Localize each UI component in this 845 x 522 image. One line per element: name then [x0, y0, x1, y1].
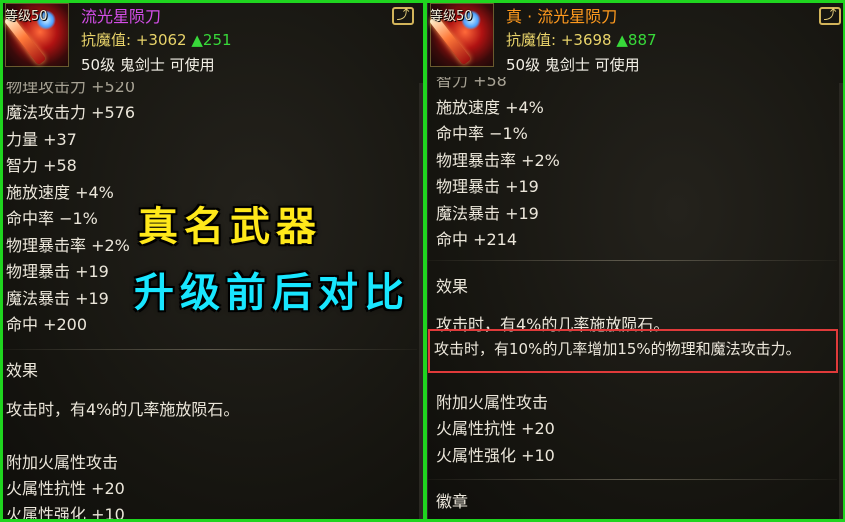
- stat-line: 魔法暴击 +19: [6, 289, 109, 308]
- extra-line: 火属性强化 +10: [436, 446, 555, 465]
- overlay-caption-line2: 升级前后对比: [134, 269, 410, 316]
- stat-line: 施放速度 +4%: [6, 183, 114, 202]
- item-header: 等级50 真 · 流光星陨刀 抗魔值: +3698 ▲887 50级 鬼剑士 可…: [428, 3, 843, 75]
- divider: [428, 479, 837, 480]
- compare-icon[interactable]: ⤴: [392, 7, 414, 25]
- item-name: 真 · 流光星陨刀: [506, 7, 618, 26]
- extra-line: 火属性强化 +10: [6, 505, 125, 519]
- stat-line: 物理攻击力 +520: [6, 77, 136, 96]
- stat-line: 命中率 −1%: [436, 124, 528, 143]
- stat-line: 魔法暴击 +19: [436, 204, 539, 223]
- scrollbar[interactable]: [419, 83, 423, 519]
- overlay-caption-line1: 真名武器: [138, 203, 322, 250]
- effect-line: 攻击时，有4%的几率施放陨石。: [6, 400, 240, 419]
- stat-line: 魔法攻击力 +576: [6, 103, 136, 122]
- stat-line: 命中 +214: [436, 230, 518, 249]
- scrollbar[interactable]: [839, 83, 843, 519]
- compare-icon[interactable]: ⤴: [819, 7, 841, 25]
- resist-value: 抗魔值: +3698 ▲887: [506, 31, 657, 49]
- resist-value: 抗魔值: +3062 ▲251: [81, 31, 232, 49]
- level-badge: 等级50: [430, 9, 473, 24]
- level-badge: 等级50: [5, 9, 48, 24]
- stat-line: 物理暴击 +19: [6, 262, 109, 281]
- divider: [3, 349, 417, 350]
- effect-title: 效果: [6, 361, 39, 380]
- resist-delta: ▲251: [191, 31, 232, 49]
- stat-line: 物理暴击率 +2%: [6, 236, 130, 255]
- extra-line: 附加火属性攻击: [6, 453, 119, 472]
- effect-title: 效果: [436, 277, 469, 296]
- extra-line: 火属性抗性 +20: [436, 419, 555, 438]
- tooltip-panel-after: 等级50 真 · 流光星陨刀 抗魔值: +3698 ▲887 50级 鬼剑士 可…: [427, 3, 843, 519]
- resist-delta: ▲887: [616, 31, 657, 49]
- divider: [428, 260, 837, 261]
- badge-title: 徽章: [436, 492, 469, 511]
- stat-line: 施放速度 +4%: [436, 98, 544, 117]
- stat-line: 力量 +37: [6, 130, 77, 149]
- usable-text: 50级 鬼剑士 可使用: [506, 56, 640, 74]
- stat-line: 物理暴击 +19: [436, 177, 539, 196]
- stat-line: 命中 +200: [6, 315, 88, 334]
- extra-line: 火属性抗性 +20: [6, 479, 125, 498]
- usable-text: 50级 鬼剑士 可使用: [81, 56, 215, 74]
- item-name: 流光星陨刀: [81, 7, 162, 26]
- extra-line: 附加火属性攻击: [436, 393, 549, 412]
- stat-line: 命中率 −1%: [6, 209, 98, 228]
- stat-line: 物理暴击率 +2%: [436, 151, 560, 170]
- stat-line: 智力 +58: [6, 156, 77, 175]
- item-header: 等级50 流光星陨刀 抗魔值: +3062 ▲251 50级 鬼剑士 可使用 ⤴: [3, 3, 423, 75]
- effect-line-highlighted: 攻击时，有10%的几率增加15%的物理和魔法攻击力。: [434, 340, 801, 358]
